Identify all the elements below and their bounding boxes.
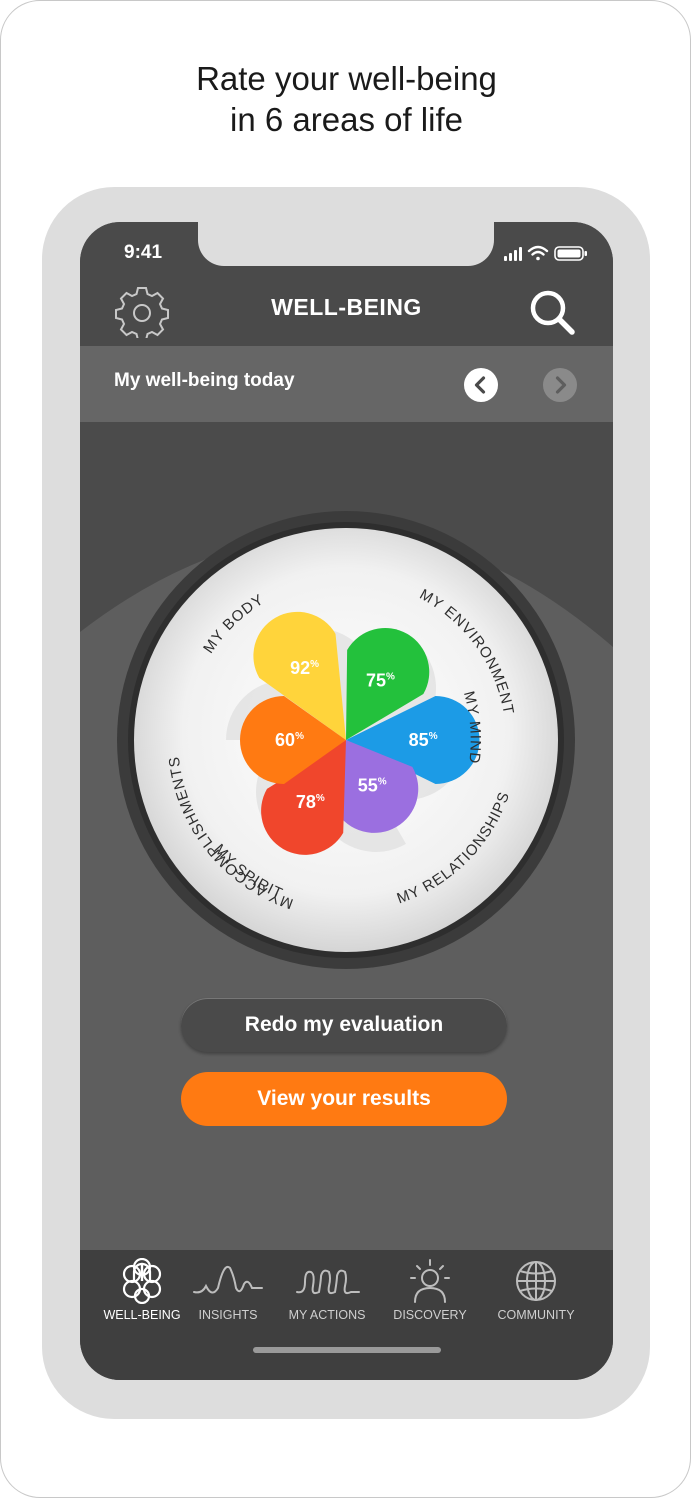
status-icons [504,245,587,261]
chevron-right-icon [555,376,567,394]
redo-evaluation-button[interactable]: Redo my evaluation [181,998,507,1052]
tab-label: COMMUNITY [497,1308,575,1322]
tab-insights[interactable]: INSIGHTS [178,1258,278,1348]
wifi-icon [527,245,549,261]
tab-well-being[interactable]: WELL-BEING [92,1258,192,1348]
status-time: 9:41 [124,242,163,263]
flower-icon [122,1258,162,1304]
signal-icon [504,247,522,261]
date-bar-label: My well-being today [114,370,295,391]
tab-community[interactable]: COMMUNITY [486,1258,586,1348]
battery-icon [554,246,587,261]
headline: Rate your well-being in 6 areas of life [0,58,693,140]
home-indicator [253,1347,441,1353]
date-bar: My well-being today [80,346,613,422]
tab-label: WELL-BEING [103,1308,181,1322]
next-day-button[interactable] [543,368,577,402]
main-content: 92% 75% 85% 55% 78% 60% MY BODY MY ENVIRONMEN… [80,422,613,1250]
globe-icon [516,1261,556,1301]
tab-label: INSIGHTS [198,1308,258,1322]
wave-icon [193,1266,263,1294]
notch [198,222,494,266]
tab-label: DISCOVERY [393,1308,467,1322]
top-bar: 9:41 WELL-BEING [80,222,613,346]
search-icon[interactable] [524,282,580,338]
chevron-left-icon [474,376,486,394]
previous-day-button[interactable] [464,368,498,402]
tab-label: MY ACTIONS [288,1308,366,1322]
phone-screen: 9:41 WELL-BEING My well-being today 92% … [80,222,613,1380]
view-results-button[interactable]: View your results [181,1072,507,1126]
tab-discovery[interactable]: DISCOVERY [380,1258,480,1348]
headline-line-2: in 6 areas of life [230,101,463,138]
person-idea-icon [410,1259,450,1303]
well-being-wheel: 92%75%85%55%78%60% MY BODY MY ENVIRONMEN… [117,511,575,969]
loops-icon [296,1269,360,1295]
tab-my-actions[interactable]: MY ACTIONS [277,1258,377,1348]
headline-line-1: Rate your well-being [196,60,497,97]
tab-bar: WELL-BEING INSIGHTS MY ACTIONS DISCOVERY… [80,1250,613,1380]
